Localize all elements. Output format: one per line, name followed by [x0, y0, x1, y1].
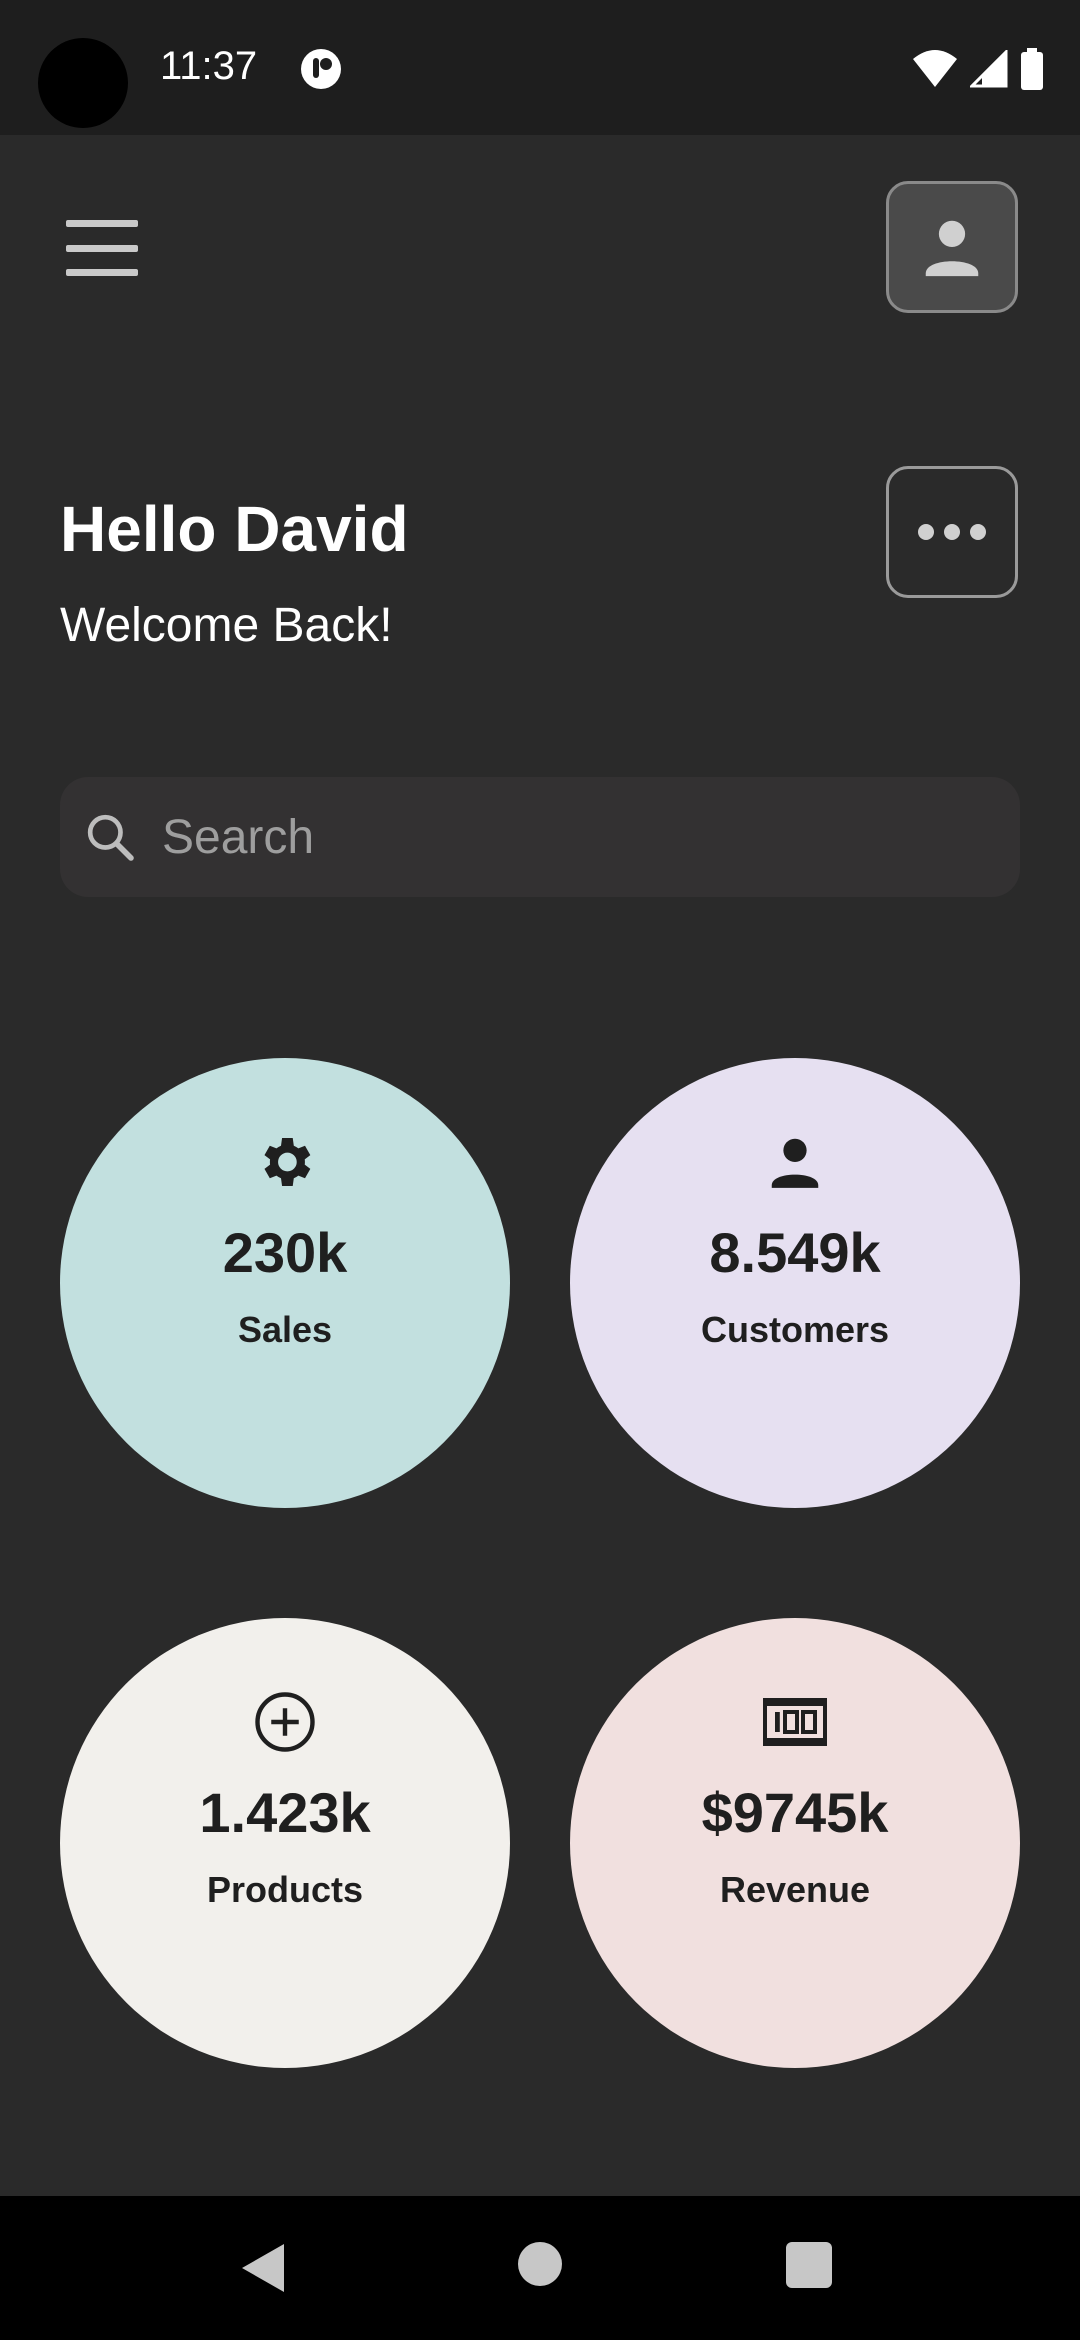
more-dot [918, 524, 934, 540]
search-input[interactable] [160, 808, 984, 866]
stat-card-customers[interactable]: 8.549k Customers [570, 1058, 1020, 1508]
stat-card-sales[interactable]: 230k Sales [60, 1058, 510, 1508]
recents-icon[interactable] [786, 2242, 832, 2288]
search-bar[interactable] [60, 777, 1020, 897]
stat-value: 1.423k [199, 1781, 371, 1844]
stat-value: 8.549k [709, 1221, 881, 1284]
status-bar: 11:37 [0, 0, 1080, 135]
stat-value: $9745k [701, 1781, 889, 1844]
status-icons [912, 46, 1044, 92]
stat-card-revenue[interactable]: $9745k Revenue [570, 1618, 1020, 2068]
menu-line [66, 269, 138, 276]
gear-icon [253, 1126, 317, 1198]
system-nav-bar [0, 2196, 1080, 2340]
more-dot [944, 524, 960, 540]
profile-button[interactable] [886, 181, 1018, 313]
person-icon [764, 1126, 826, 1198]
add-circle-icon [252, 1686, 318, 1758]
camera-cutout [38, 38, 128, 128]
home-icon[interactable] [518, 2242, 562, 2286]
more-options-button[interactable] [886, 466, 1018, 598]
battery-icon [1021, 48, 1043, 90]
stat-card-products[interactable]: 1.423k Products [60, 1618, 510, 2068]
greeting-subtitle: Welcome Back! [60, 599, 393, 652]
money-icon [763, 1686, 827, 1758]
signal-icon [970, 50, 1008, 88]
search-icon [87, 814, 134, 861]
stat-label: Customers [700, 1309, 890, 1350]
notification-app-icon [301, 49, 341, 89]
stat-label: Products [206, 1869, 364, 1910]
stat-label: Revenue [719, 1869, 871, 1910]
stat-value: 230k [222, 1221, 348, 1284]
status-time: 11:37 [160, 44, 258, 88]
more-dot [970, 524, 986, 540]
menu-line [66, 244, 138, 252]
menu-line [66, 220, 138, 227]
back-icon[interactable] [240, 2242, 286, 2294]
greeting-title: Hello David [60, 493, 409, 565]
stat-label: Sales [237, 1309, 333, 1350]
hamburger-menu-icon[interactable] [66, 220, 138, 276]
person-icon [925, 220, 979, 277]
wifi-icon [913, 50, 957, 87]
